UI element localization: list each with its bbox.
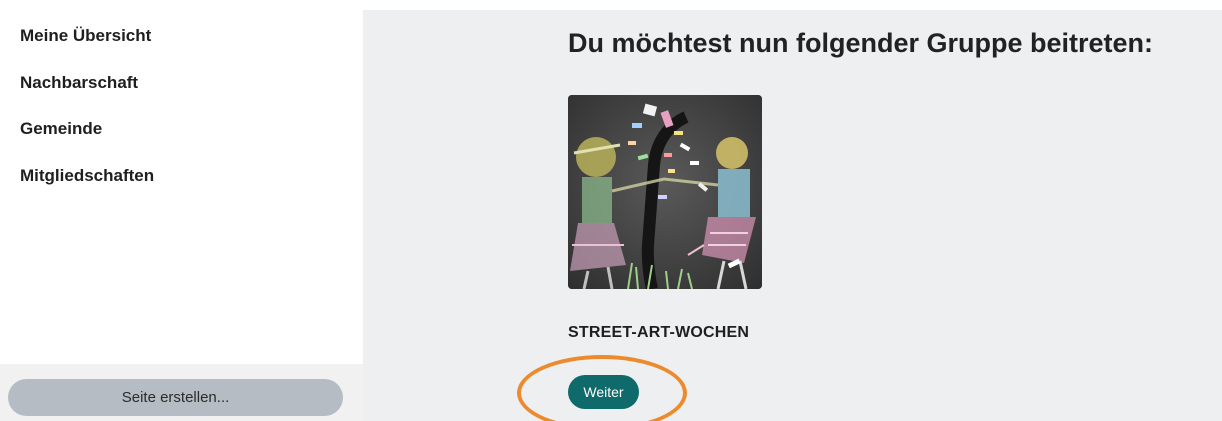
sidebar-item-nachbarschaft[interactable]: Nachbarschaft bbox=[20, 71, 154, 95]
sidebar-nav: Meine Übersicht Nachbarschaft Gemeinde M… bbox=[20, 24, 154, 210]
create-page-button[interactable]: Seite erstellen... bbox=[8, 379, 343, 416]
continue-button[interactable]: Weiter bbox=[568, 375, 639, 409]
sidebar-footer: Seite erstellen... bbox=[0, 364, 363, 421]
main-content: Du möchtest nun folgender Gruppe beitret… bbox=[363, 10, 1222, 421]
page-title: Du möchtest nun folgender Gruppe beitret… bbox=[568, 28, 1154, 58]
group-name: STREET-ART-WOCHEN bbox=[568, 324, 750, 341]
sidebar-item-mitgliedschaften[interactable]: Mitgliedschaften bbox=[20, 164, 154, 188]
app-window: Meine Übersicht Nachbarschaft Gemeinde M… bbox=[0, 0, 1222, 421]
group-image bbox=[568, 95, 762, 289]
sidebar-item-meine-uebersicht[interactable]: Meine Übersicht bbox=[20, 24, 154, 48]
sidebar: Meine Übersicht Nachbarschaft Gemeinde M… bbox=[0, 0, 363, 421]
chalk-drawing-image bbox=[568, 95, 762, 289]
sidebar-item-gemeinde[interactable]: Gemeinde bbox=[20, 117, 154, 141]
